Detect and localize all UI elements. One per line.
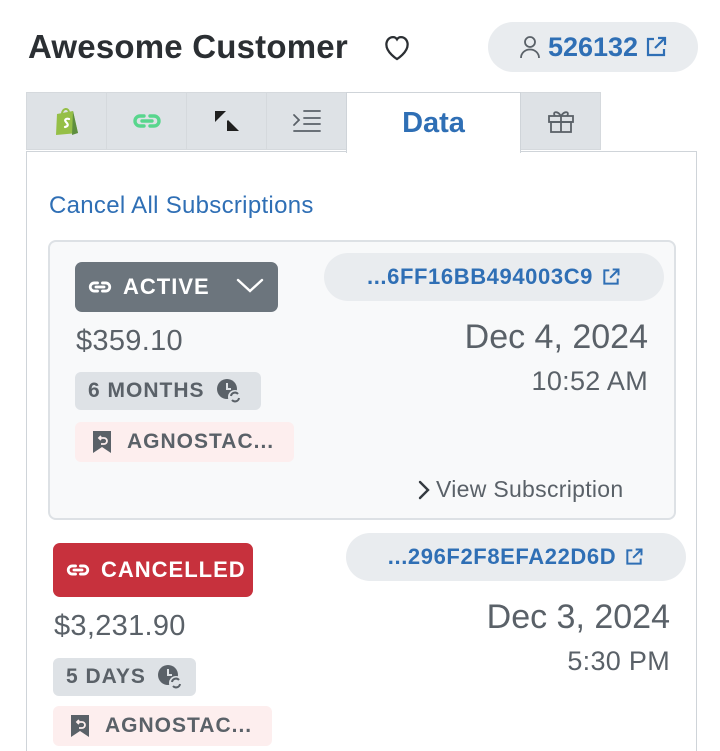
link-icon [66, 564, 90, 576]
subscription-id: ...6FF16BB494003C9 [366, 264, 594, 289]
link-icon [88, 281, 112, 293]
return-tag-icon [71, 715, 89, 737]
cancel-all-subscriptions-link[interactable]: Cancel All Subscriptions [49, 192, 314, 220]
product-name: AGNOSTAC... [105, 714, 253, 737]
subscription-date: Dec 4, 2024 [464, 318, 648, 356]
zendesk-icon [214, 111, 239, 131]
heart-icon[interactable] [380, 30, 414, 64]
chevron-right-icon [418, 480, 430, 499]
billing-period: 5 DAYS [66, 665, 146, 688]
subscription-id-link[interactable]: ...296F2F8EFA22D6D [346, 533, 686, 581]
tab-zendesk[interactable] [186, 92, 267, 150]
subscription-price: $359.10 [76, 325, 183, 357]
return-tag-icon [93, 431, 111, 453]
tab-outline[interactable] [266, 92, 347, 150]
billing-period-badge: 6 MONTHS [75, 372, 261, 410]
chevron-down-icon [236, 278, 264, 293]
link-icon [132, 114, 161, 128]
view-subscription-link[interactable]: View Subscription [418, 476, 624, 503]
product-badge: AGNOSTAC... [75, 422, 294, 462]
subscription-date: Dec 3, 2024 [486, 598, 670, 636]
subscription-price: $3,231.90 [54, 610, 186, 642]
status-label: CANCELLED [101, 557, 246, 582]
billing-period-badge: 5 DAYS [53, 658, 196, 696]
tab-gift[interactable] [520, 92, 601, 150]
status-label: ACTIVE [123, 274, 210, 299]
status-badge-cancelled[interactable]: CANCELLED [53, 543, 253, 597]
shopify-icon [55, 108, 78, 135]
subscription-id-link[interactable]: ...6FF16BB494003C9 [324, 253, 664, 301]
gift-icon [547, 111, 574, 133]
subscription-time: 10:52 AM [531, 366, 648, 396]
tab-data[interactable]: Data [346, 92, 521, 153]
user-icon [520, 36, 540, 59]
customer-id: 526132 [547, 31, 639, 62]
tab-shopify[interactable] [26, 92, 107, 150]
external-link-icon [603, 268, 620, 285]
customer-name: Awesome Customer [28, 28, 348, 65]
billing-period: 6 MONTHS [88, 379, 205, 402]
indent-icon [292, 110, 321, 132]
external-link-icon [626, 548, 643, 565]
status-dropdown[interactable]: ACTIVE [75, 262, 278, 312]
recurring-clock-icon [157, 665, 183, 690]
product-name: AGNOSTAC... [127, 430, 275, 453]
customer-header: Awesome Customer 526132 [28, 22, 698, 74]
customer-id-link[interactable]: 526132 [488, 22, 698, 72]
tab-recharge[interactable] [106, 92, 187, 150]
external-link-icon [646, 36, 667, 57]
subscription-time: 5:30 PM [567, 646, 670, 676]
tab-data-label: Data [402, 106, 465, 139]
product-badge: AGNOSTAC... [53, 706, 272, 746]
view-subscription-label: View Subscription [436, 476, 624, 502]
recurring-clock-icon [216, 379, 242, 404]
subscription-id: ...296F2F8EFA22D6D [387, 544, 617, 569]
tab-bar: Data [26, 92, 602, 153]
